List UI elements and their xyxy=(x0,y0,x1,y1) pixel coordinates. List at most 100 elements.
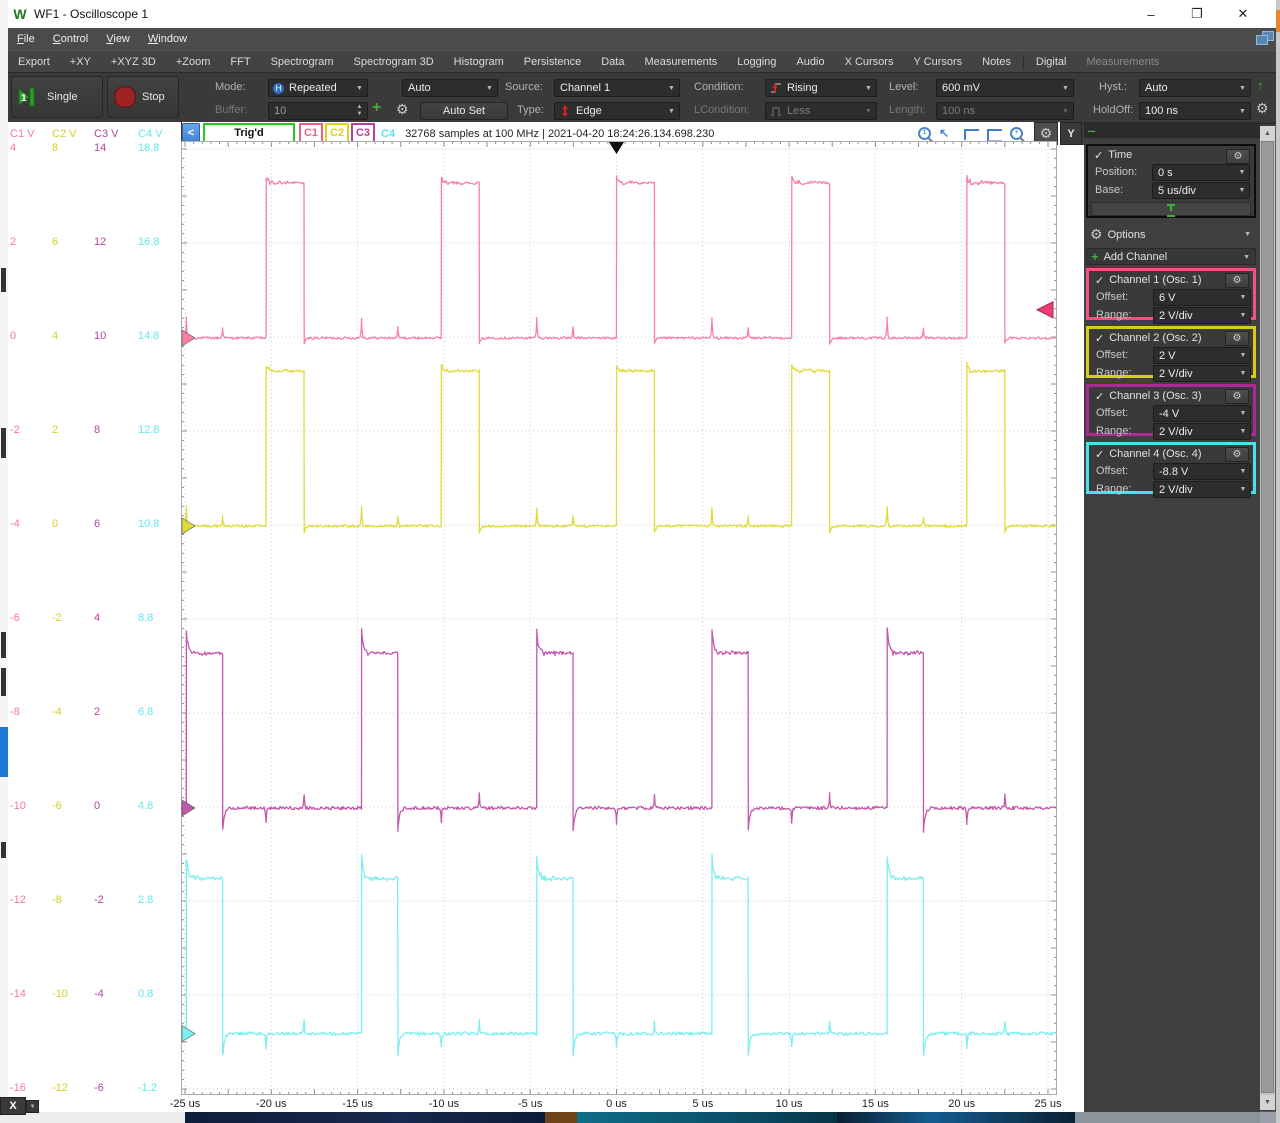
position-dropdown[interactable]: 0 s ▼ xyxy=(1152,164,1250,181)
viewbar-notes[interactable]: Notes xyxy=(972,56,1021,68)
close-button[interactable]: ✕ xyxy=(1220,0,1266,28)
viewbar-ycursors[interactable]: Y Cursors xyxy=(903,56,972,68)
x-axis-button[interactable]: X xyxy=(0,1097,26,1115)
scroll-up-icon[interactable]: ▲ xyxy=(1260,126,1275,141)
spinner-arrows-icon[interactable]: ▲ ▼ xyxy=(352,104,367,118)
offset-dropdown[interactable]: -4 V ▼ xyxy=(1153,405,1251,422)
collapse-panel-icon[interactable]: ‒ xyxy=(1088,123,1095,138)
range-dropdown[interactable]: 2 V/div ▼ xyxy=(1153,481,1251,498)
channel-gear-icon[interactable]: ⚙ xyxy=(1225,447,1249,462)
channel-check-icon[interactable]: ✓ xyxy=(1095,390,1104,403)
less-condition-icon xyxy=(771,107,781,116)
zoom-fit-icon[interactable]: + xyxy=(1008,126,1028,142)
trigger-auto-value: Auto xyxy=(408,82,431,94)
buffer-gear-icon[interactable]: ⚙ xyxy=(396,101,409,118)
viewbar-measurements[interactable]: Measurements xyxy=(635,56,728,68)
channel-gear-icon[interactable]: ⚙ xyxy=(1225,331,1249,346)
viewbar-spectrogram[interactable]: Spectrogram xyxy=(261,56,344,68)
trigger-position-marker[interactable] xyxy=(609,142,624,154)
menu-control[interactable]: Control xyxy=(44,28,97,50)
viewbar-histogram[interactable]: Histogram xyxy=(444,56,514,68)
y-tick-label: 10.8 xyxy=(138,518,160,530)
trigger-gear-icon[interactable]: ⚙ xyxy=(1256,100,1269,117)
add-button[interactable]: + xyxy=(372,99,381,117)
trigger-level-marker[interactable] xyxy=(1035,300,1054,319)
viewbar-export[interactable]: Export xyxy=(8,56,60,68)
titlebar[interactable]: W WF1 - Oscilloscope 1 – ❐ ✕ xyxy=(8,0,1276,28)
left-strip-fragment xyxy=(1,668,6,696)
channel-check-icon[interactable]: ✓ xyxy=(1095,274,1104,287)
scrollbar-thumb[interactable] xyxy=(1261,141,1274,1093)
channel-2-offset-marker[interactable] xyxy=(181,517,196,535)
viewbar-digital[interactable]: Digital xyxy=(1026,56,1077,68)
background-right-strip xyxy=(1276,0,1280,1123)
waveform-channel-1 xyxy=(180,174,1058,345)
y-measure-tool-icon[interactable] xyxy=(985,126,1005,142)
scroll-down-icon[interactable]: ▼ xyxy=(1260,1095,1275,1110)
hyst-dropdown[interactable]: Auto ▼ xyxy=(1139,79,1251,97)
range-dropdown[interactable]: 2 V/div ▼ xyxy=(1153,307,1251,324)
maximize-button[interactable]: ❐ xyxy=(1174,0,1220,28)
range-dropdown[interactable]: 2 V/div ▼ xyxy=(1153,423,1251,440)
base-dropdown[interactable]: 5 us/div ▼ xyxy=(1152,182,1250,199)
viewbar-fft[interactable]: FFT xyxy=(220,56,260,68)
menu-window[interactable]: Window xyxy=(139,28,196,50)
range-dropdown[interactable]: 2 V/div ▼ xyxy=(1153,365,1251,382)
buffer-spinner[interactable]: 10 ▲ ▼ xyxy=(268,102,368,120)
panel-scrollbar[interactable]: ▲ ▼ xyxy=(1260,126,1275,1110)
x-measure-tool-icon[interactable] xyxy=(962,126,982,142)
level-dropdown[interactable]: 600 mV ▼ xyxy=(936,79,1074,97)
length-dropdown[interactable]: 100 ns ▼ xyxy=(936,102,1074,120)
channel4-tag[interactable]: C4 xyxy=(381,128,395,140)
viewbar-xyz3d[interactable]: +XYZ 3D xyxy=(101,56,166,68)
offset-dropdown[interactable]: 2 V ▼ xyxy=(1153,347,1251,364)
trigger-up-arrow-icon[interactable]: ↑ xyxy=(1257,78,1264,93)
source-dropdown[interactable]: Channel 1 ▼ xyxy=(554,79,680,97)
wallpaper-segment xyxy=(1075,1112,1260,1123)
mode-dropdown[interactable]: H Repeated ▼ xyxy=(268,79,368,97)
viewbar-xcursors[interactable]: X Cursors xyxy=(835,56,904,68)
minimize-button[interactable]: – xyxy=(1128,0,1174,28)
menu-file[interactable]: File xyxy=(8,28,44,50)
zoom-tool-icon[interactable]: 1 xyxy=(916,126,936,142)
channel-check-icon[interactable]: ✓ xyxy=(1095,332,1104,345)
auto-set-button[interactable]: Auto Set xyxy=(420,102,508,120)
time-gear-icon[interactable]: ⚙ xyxy=(1226,149,1250,164)
add-channel-row[interactable]: + Add Channel ▼ xyxy=(1086,248,1256,265)
viewbar-persistence[interactable]: Persistence xyxy=(514,56,591,68)
time-check-icon[interactable]: ✓ xyxy=(1094,149,1103,162)
viewbar-data[interactable]: Data xyxy=(591,56,634,68)
options-row[interactable]: ⚙ Options ▼ xyxy=(1086,226,1256,243)
single-button[interactable]: 1 Single xyxy=(11,76,103,118)
channel-4-offset-marker[interactable] xyxy=(181,1025,196,1043)
offset-dropdown[interactable]: -8.8 V ▼ xyxy=(1153,463,1251,480)
viewbar-logging[interactable]: Logging xyxy=(727,56,786,68)
pointer-tool-icon[interactable]: ↖ xyxy=(939,126,959,142)
viewbar-xy[interactable]: +XY xyxy=(60,56,101,68)
left-strip-selected-tab xyxy=(0,727,8,777)
condition-dropdown[interactable]: Rising ▼ xyxy=(765,79,877,97)
y-axis-button[interactable]: Y xyxy=(1060,122,1082,145)
channel-gear-icon[interactable]: ⚙ xyxy=(1225,389,1249,404)
channel-check-icon[interactable]: ✓ xyxy=(1095,448,1104,461)
minor-ticks xyxy=(181,141,1057,1095)
x-tick-label: 15 us xyxy=(861,1098,889,1110)
holdoff-dropdown[interactable]: 100 ns ▼ xyxy=(1139,102,1251,120)
type-dropdown[interactable]: Edge ▼ xyxy=(554,102,680,120)
viewbar-zoom[interactable]: +Zoom xyxy=(166,56,221,68)
offset-dropdown[interactable]: 6 V ▼ xyxy=(1153,289,1251,306)
x-axis-dropdown-arrow[interactable]: ▼ xyxy=(26,1100,39,1113)
viewbar-audio[interactable]: Audio xyxy=(786,56,834,68)
menu-view[interactable]: View xyxy=(97,28,139,50)
oscilloscope-plot[interactable] xyxy=(180,141,1058,1095)
stop-button[interactable]: Stop xyxy=(107,76,179,118)
y-tick-label: -6 xyxy=(52,800,62,812)
lcondition-dropdown[interactable]: Less ▼ xyxy=(765,102,877,120)
cascade-windows-icon[interactable] xyxy=(1256,31,1274,46)
trigger-auto-dropdown[interactable]: Auto ▼ xyxy=(402,79,498,97)
channel-1-offset-marker[interactable] xyxy=(181,329,196,347)
wallpaper-segment xyxy=(577,1112,837,1123)
channel-gear-icon[interactable]: ⚙ xyxy=(1225,273,1249,288)
viewbar-spectrogram3d[interactable]: Spectrogram 3D xyxy=(344,56,444,68)
channel-3-offset-marker[interactable] xyxy=(181,799,196,817)
